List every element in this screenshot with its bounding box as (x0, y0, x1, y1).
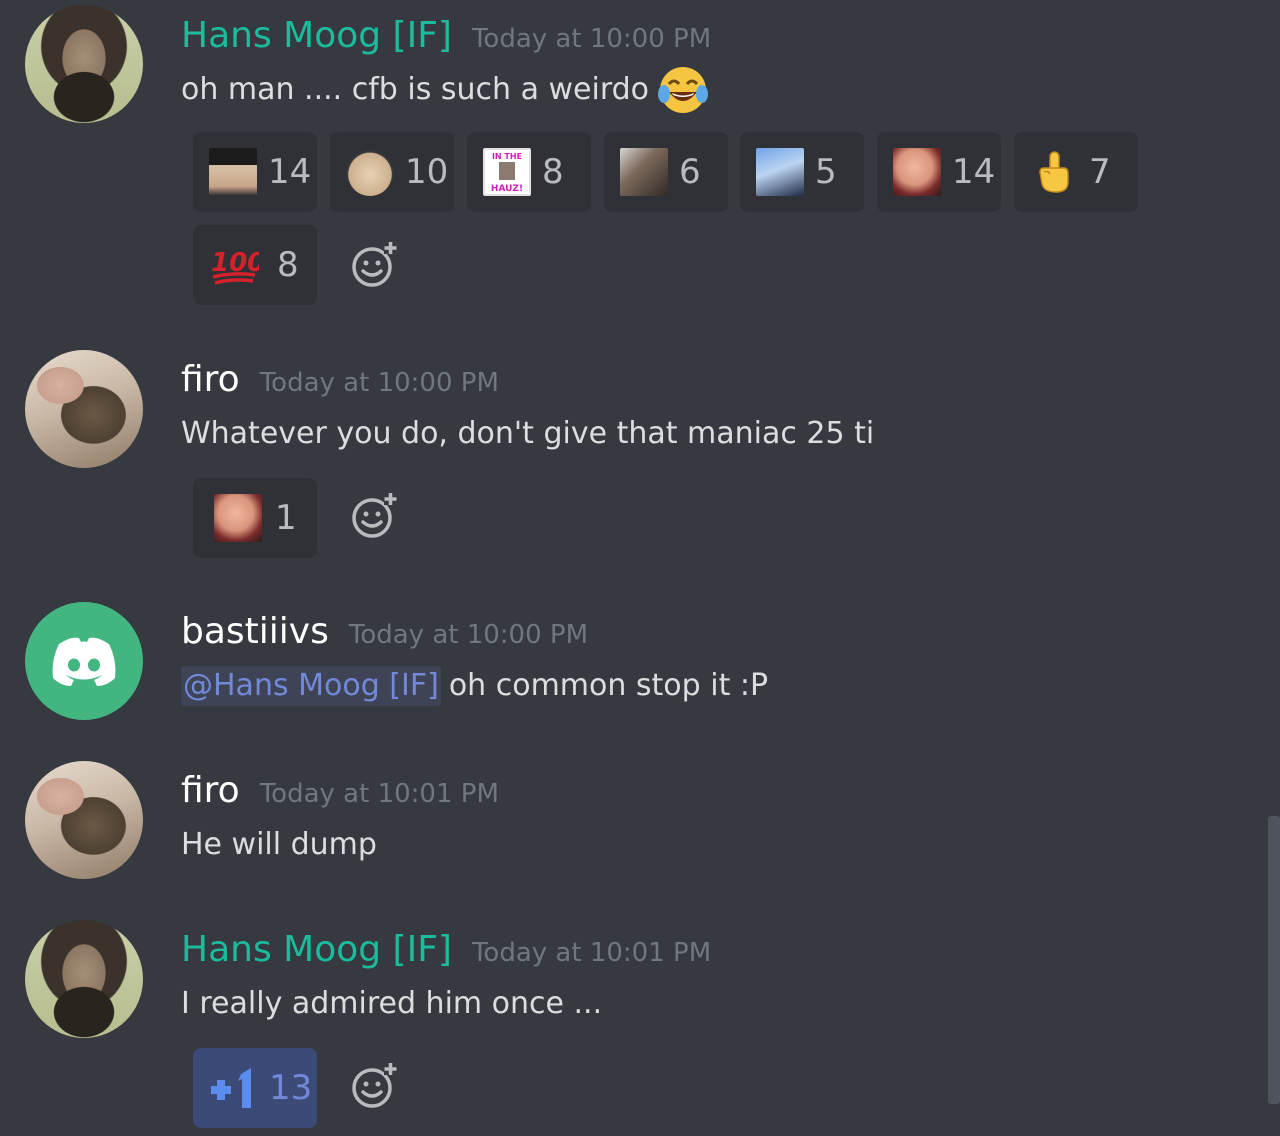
message-author[interactable]: firo (181, 769, 240, 813)
reaction-button[interactable]: 100 8 (193, 225, 317, 305)
message-timestamp: Today at 10:00 PM (471, 24, 712, 54)
reaction-count: 5 (815, 152, 837, 192)
top-hat-kid-emoji-icon (209, 148, 257, 196)
message-text: @Hans Moog [IF] oh common stop it :P (181, 666, 768, 706)
point-up-hand-emoji-icon (1030, 148, 1078, 196)
reaction-button[interactable]: 10 (330, 132, 454, 212)
message-timestamp: Today at 10:00 PM (348, 620, 589, 650)
avatar[interactable] (25, 5, 143, 123)
message-text: Whatever you do, don't give that maniac … (181, 416, 875, 451)
message-text-content: oh man .... cfb is such a weirdo (181, 72, 650, 107)
reaction-count: 14 (268, 152, 312, 192)
user-mention[interactable]: @Hans Moog [IF] (181, 666, 441, 706)
message-timestamp: Today at 10:00 PM (259, 368, 499, 398)
add-reaction-icon[interactable] (350, 1060, 400, 1110)
in-the-hauz-emoji-icon: IN THE HAUZ! (483, 148, 531, 196)
reaction-count: 7 (1089, 152, 1111, 192)
hundred-points-emoji-icon: 100 (209, 241, 265, 289)
message-author[interactable]: firo (181, 358, 240, 402)
reaction-button[interactable]: 6 (604, 132, 728, 212)
face-with-tears-of-joy-icon (657, 64, 709, 116)
message-text: He will dump (181, 827, 377, 862)
reaction-count: 1 (275, 498, 297, 538)
discord-logo-icon (52, 637, 116, 686)
reaction-button[interactable]: 5 (740, 132, 864, 212)
message-text: I really admired him once ... (181, 986, 603, 1021)
svg-text:HAUZ!: HAUZ! (491, 184, 523, 194)
trump-pointing-emoji-icon (756, 148, 804, 196)
chat-messages: Hans Moog [IF] Today at 10:00 PM oh man … (0, 0, 1280, 1136)
plus-one-emoji-icon (205, 1066, 253, 1114)
add-reaction-icon[interactable] (350, 239, 400, 289)
message-author[interactable]: bastiiivs (181, 610, 329, 654)
laughing-bald-man-emoji-icon (893, 148, 941, 196)
troll-face-emoji-icon (346, 148, 394, 196)
message-author[interactable]: Hans Moog [IF] (181, 14, 452, 58)
reaction-count: 8 (277, 245, 299, 285)
message-timestamp: Today at 10:01 PM (259, 779, 499, 809)
message-timestamp: Today at 10:01 PM (471, 938, 712, 968)
svg-text:IN THE: IN THE (492, 152, 522, 161)
avatar[interactable] (25, 602, 143, 720)
avatar[interactable] (25, 761, 143, 879)
message-author[interactable]: Hans Moog [IF] (181, 928, 452, 972)
reaction-button[interactable]: 7 (1014, 132, 1138, 212)
reaction-count: 6 (679, 152, 701, 192)
reaction-button[interactable]: 14 (193, 132, 317, 212)
avatar[interactable] (25, 920, 143, 1038)
scrollbar-thumb[interactable] (1268, 816, 1280, 1104)
reaction-count: 14 (952, 152, 996, 192)
reaction-button[interactable]: 1 (193, 478, 317, 558)
message-text: oh man .... cfb is such a weirdo (181, 64, 711, 116)
reaction-count: 8 (542, 152, 564, 192)
avatar[interactable] (25, 350, 143, 468)
laughing-bald-man-emoji-icon (214, 494, 262, 542)
reaction-button[interactable]: IN THE HAUZ! 8 (467, 132, 591, 212)
add-reaction-icon[interactable] (350, 490, 400, 540)
reaction-count: 13 (269, 1068, 313, 1108)
message-text-content: oh common stop it :P (448, 668, 769, 703)
reaction-button[interactable]: 14 (877, 132, 1001, 212)
thinking-man-emoji-icon (620, 148, 668, 196)
reaction-button[interactable]: 13 (193, 1048, 317, 1128)
reaction-count: 10 (405, 152, 449, 192)
